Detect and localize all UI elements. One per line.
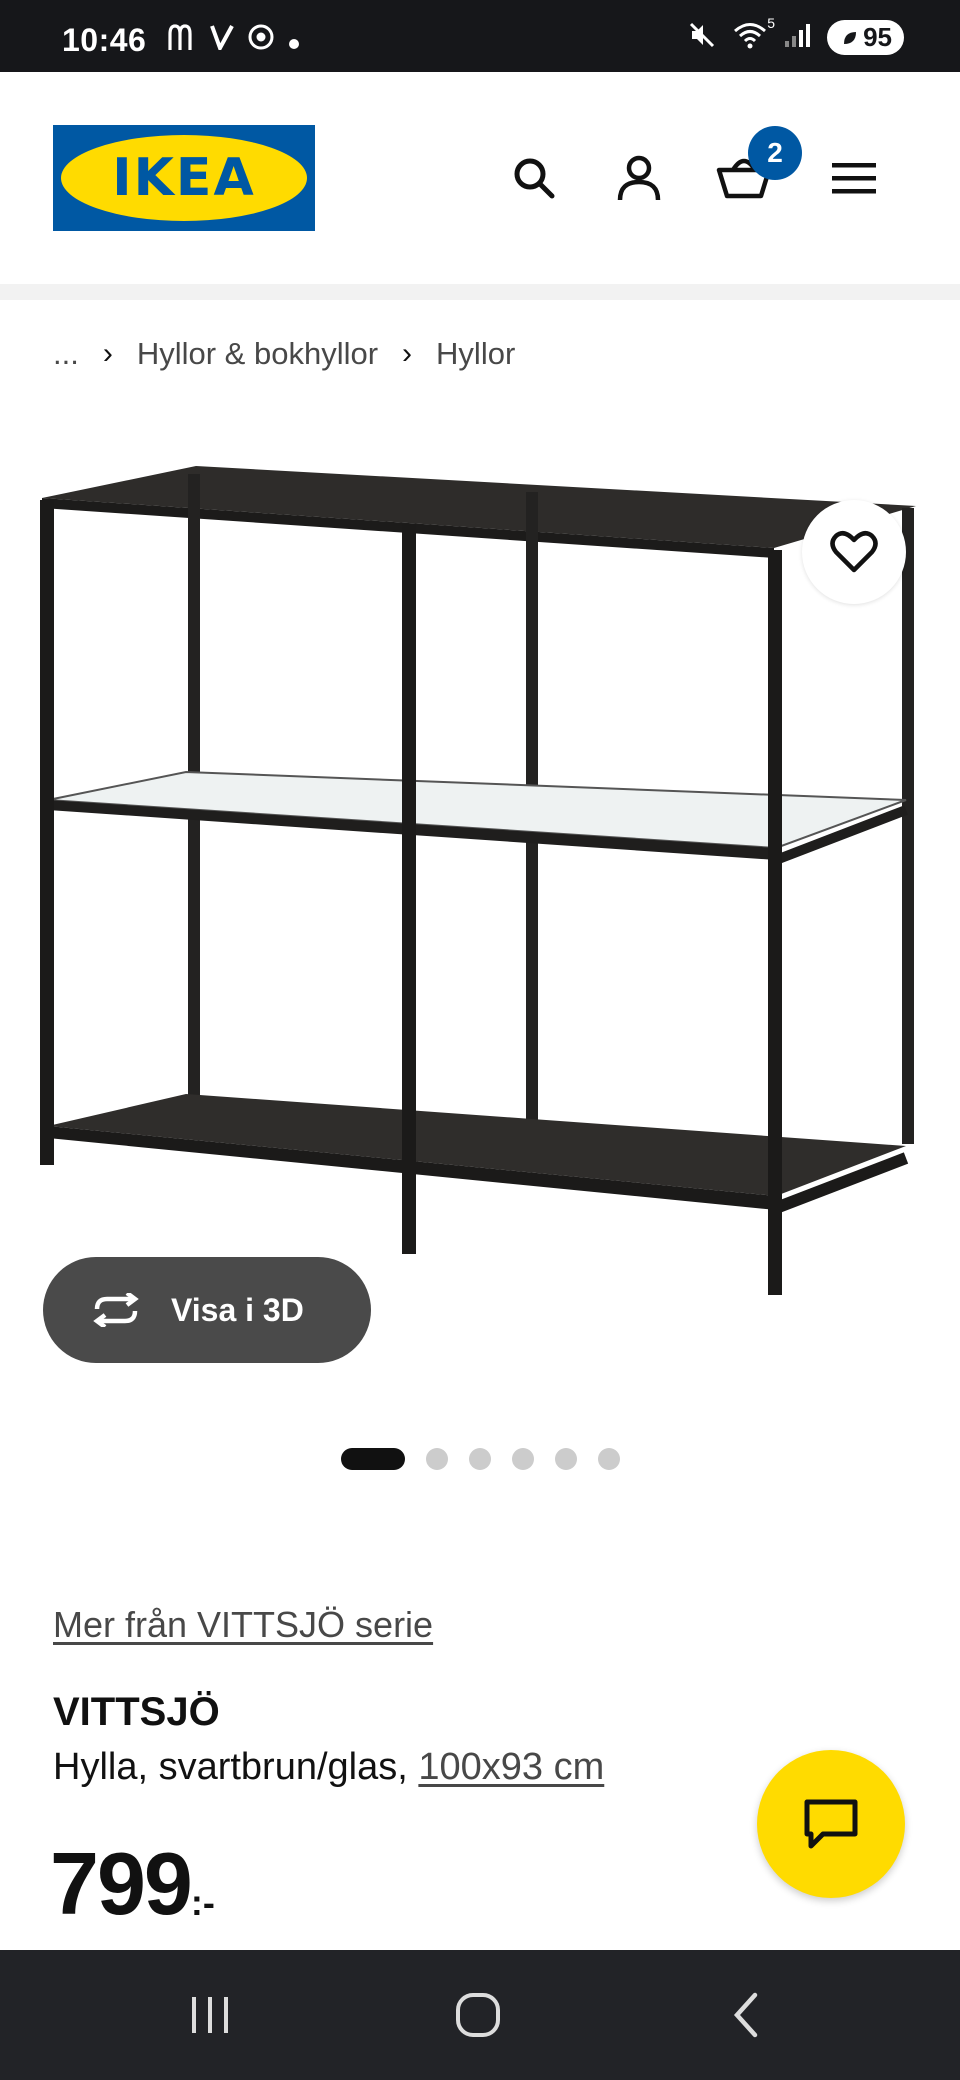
heart-icon bbox=[830, 531, 878, 573]
carousel-dot[interactable] bbox=[598, 1448, 620, 1470]
carousel-dot[interactable] bbox=[426, 1448, 448, 1470]
carousel-dot-active[interactable] bbox=[341, 1448, 405, 1470]
account-icon bbox=[617, 155, 661, 201]
view-3d-label: Visa i 3D bbox=[171, 1291, 304, 1328]
breadcrumb-item-shelves-bookcases[interactable]: Hyllor & bokhyllor bbox=[137, 336, 378, 372]
product-description: Hylla, svartbrun/glas, 100x93 cm bbox=[53, 1746, 604, 1789]
account-button[interactable] bbox=[611, 150, 667, 206]
network-label: 5 bbox=[767, 15, 776, 31]
price-suffix: :- bbox=[190, 1882, 215, 1923]
home-button[interactable] bbox=[443, 1980, 513, 2050]
site-header: IKEA 2 bbox=[0, 72, 960, 284]
header-divider bbox=[0, 284, 960, 300]
product-size-link[interactable]: 100x93 cm bbox=[418, 1746, 604, 1788]
notification-icons bbox=[168, 24, 300, 57]
wifi-icon: 5 bbox=[733, 15, 775, 54]
carousel-dot[interactable] bbox=[555, 1448, 577, 1470]
mute-icon bbox=[687, 20, 717, 55]
product-price: 799 :- bbox=[50, 1834, 215, 1934]
system-icons: 5 95 bbox=[687, 15, 904, 55]
mcdonalds-icon bbox=[168, 24, 196, 57]
logo-text: IKEA bbox=[112, 148, 256, 208]
cart-count-badge: 2 bbox=[748, 126, 802, 180]
signal-icon bbox=[783, 21, 811, 54]
chevron-right-icon: › bbox=[102, 337, 113, 370]
back-icon bbox=[733, 1992, 758, 2038]
system-nav-bar bbox=[0, 1950, 960, 2080]
v-app-icon bbox=[210, 24, 234, 57]
battery-indicator: 95 bbox=[827, 20, 904, 55]
recents-button[interactable] bbox=[175, 1980, 245, 2050]
battery-leaf-icon bbox=[844, 31, 857, 44]
recents-icon bbox=[192, 1997, 228, 2033]
menu-icon bbox=[832, 163, 876, 194]
back-button[interactable] bbox=[712, 1980, 782, 2050]
chat-icon bbox=[804, 1799, 858, 1849]
chevron-right-icon: › bbox=[402, 337, 413, 370]
favorite-button[interactable] bbox=[802, 500, 906, 604]
menu-button[interactable] bbox=[826, 150, 882, 206]
breadcrumb-item-more[interactable]: ... bbox=[53, 336, 79, 372]
chat-button[interactable] bbox=[757, 1750, 905, 1898]
carousel-indicator bbox=[341, 1448, 620, 1470]
price-value: 799 bbox=[50, 1834, 193, 1933]
status-bar: 10:46 5 95 bbox=[0, 0, 960, 72]
breadcrumb-item-shelves[interactable]: Hyllor bbox=[436, 336, 515, 372]
product-description-text: Hylla, svartbrun/glas, bbox=[53, 1746, 419, 1788]
chrome-icon bbox=[248, 24, 274, 57]
carousel-dot[interactable] bbox=[512, 1448, 534, 1470]
status-time: 10:46 bbox=[62, 22, 147, 58]
ikea-logo[interactable]: IKEA bbox=[53, 125, 315, 231]
dot-icon bbox=[288, 25, 300, 57]
search-icon bbox=[514, 158, 555, 199]
carousel-dot[interactable] bbox=[469, 1448, 491, 1470]
rotate-3d-icon bbox=[89, 1293, 143, 1327]
product-name: VITTSJÖ bbox=[53, 1690, 220, 1734]
view-3d-button[interactable]: Visa i 3D bbox=[43, 1257, 371, 1363]
product-image[interactable] bbox=[36, 450, 926, 1390]
series-link[interactable]: Mer från VITTSJÖ serie bbox=[53, 1604, 433, 1646]
search-button[interactable] bbox=[506, 150, 562, 206]
home-icon bbox=[456, 1993, 500, 2037]
breadcrumb: ... › Hyllor & bokhyllor › Hyllor bbox=[53, 336, 515, 372]
battery-level: 95 bbox=[863, 22, 892, 52]
